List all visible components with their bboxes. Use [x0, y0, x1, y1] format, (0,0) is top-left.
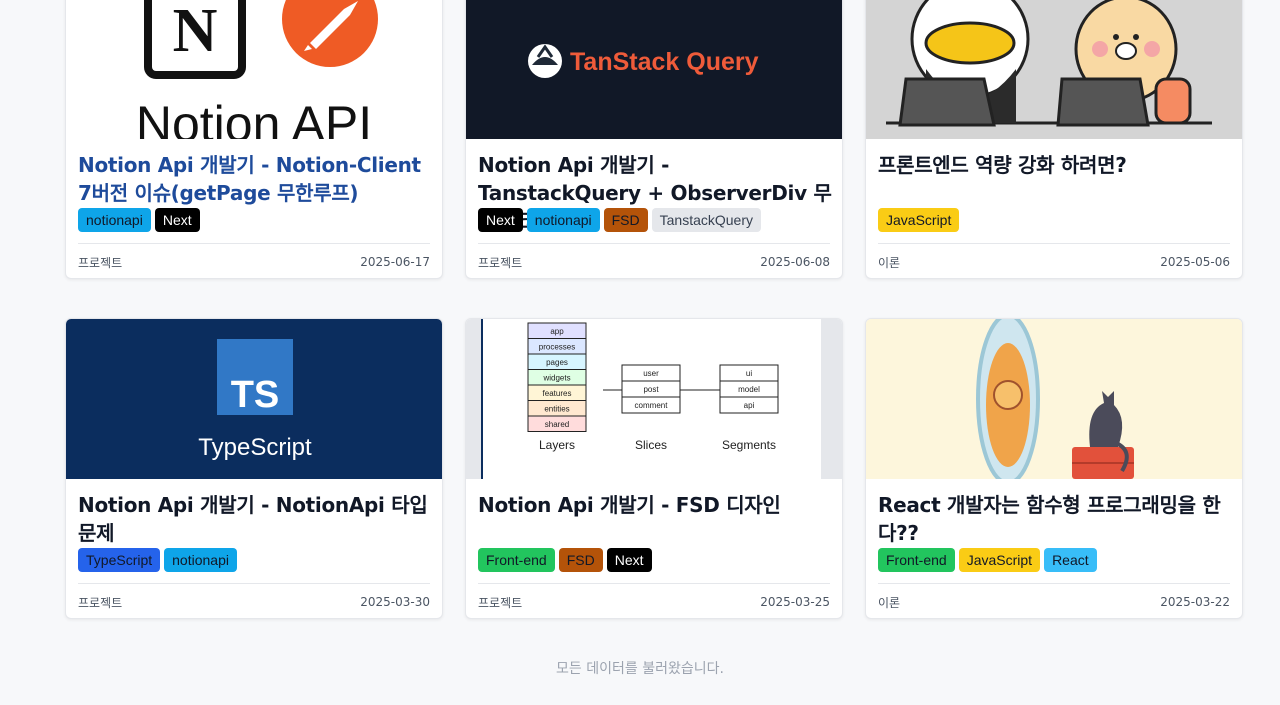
- post-title[interactable]: Notion Api 개발기 - Notion-Client 7버전 이슈(ge…: [78, 151, 434, 207]
- post-category: 프로젝트: [478, 595, 523, 610]
- tag-list: JavaScript: [878, 208, 960, 232]
- post-thumbnail: TanStack Query: [466, 0, 842, 139]
- cartoon-animals-laptops-icon: [886, 0, 1212, 127]
- post-title[interactable]: Notion Api 개발기 - FSD 디자인: [478, 491, 834, 519]
- post-title[interactable]: 프론트엔드 역량 강화 하려면?: [878, 151, 1234, 179]
- post-meta: 프로젝트 2025-03-25: [478, 583, 830, 618]
- post-meta: 프로젝트 2025-06-08: [478, 243, 830, 278]
- fsd-layer-label: pages: [546, 358, 568, 367]
- fsd-segment-label: api: [744, 401, 755, 410]
- post-thumbnail: [866, 0, 1242, 139]
- fsd-layer-label: app: [550, 327, 564, 336]
- post-title[interactable]: Notion Api 개발기 - NotionApi 타입 문제: [78, 491, 434, 547]
- fsd-layer-label: entities: [544, 405, 569, 414]
- fsd-slice-label: user: [643, 369, 659, 378]
- tag-chip[interactable]: Front-end: [878, 548, 955, 572]
- post-date: 2025-03-25: [760, 595, 830, 609]
- tag-chip[interactable]: Next: [478, 208, 523, 232]
- typescript-logo-icon: TS TypeScript: [198, 339, 312, 461]
- post-thumbnail: [866, 319, 1242, 479]
- post-card[interactable]: N Notion API Notion Api 개발기 - Notion-Cli…: [65, 0, 443, 279]
- tag-chip[interactable]: JavaScript: [958, 548, 1041, 572]
- notion-logo-icon: N: [144, 0, 246, 79]
- tag-list: TypeScript notionapi: [78, 548, 237, 572]
- post-card[interactable]: TS TypeScript Notion Api 개발기 - NotionApi…: [65, 318, 443, 619]
- tag-chip[interactable]: JavaScript: [878, 208, 960, 232]
- fsd-slice-label: post: [643, 385, 659, 394]
- fsd-slice-label: comment: [635, 401, 669, 410]
- post-card[interactable]: 프론트엔드 역량 강화 하려면? JavaScript 이론 2025-05-0…: [865, 0, 1243, 279]
- post-date: 2025-03-22: [1160, 595, 1230, 609]
- post-meta: 프로젝트 2025-06-17: [78, 243, 430, 278]
- post-thumbnail: app processes pages widgets features entities…: [466, 319, 842, 479]
- post-meta: 프로젝트 2025-03-30: [78, 583, 430, 618]
- tag-chip[interactable]: Next: [606, 548, 652, 572]
- post-category: 이론: [878, 255, 901, 270]
- tag-chip[interactable]: notionapi: [78, 208, 151, 232]
- tag-chip[interactable]: TypeScript: [78, 548, 161, 572]
- post-category: 프로젝트: [478, 255, 523, 270]
- fsd-column-label: Slices: [635, 438, 667, 452]
- tag-chip[interactable]: notionapi: [164, 548, 237, 572]
- fsd-layer-label: features: [543, 389, 572, 398]
- tag-chip[interactable]: React: [1044, 548, 1097, 572]
- tag-list: Front-end FSD Next: [478, 548, 652, 572]
- thumbnail-text: Notion API: [136, 96, 372, 139]
- tag-chip[interactable]: TanstackQuery: [651, 208, 761, 232]
- post-thumbnail: TS TypeScript: [66, 319, 442, 479]
- cat-mirror-lion-illustration-icon: [976, 319, 1134, 479]
- post-category: 프로젝트: [78, 595, 123, 610]
- post-thumbnail: N Notion API: [66, 0, 442, 139]
- svg-text:N: N: [173, 0, 218, 65]
- post-card[interactable]: TanStack Query Notion Api 개발기 - Tanstack…: [465, 0, 843, 279]
- fsd-column-label: Layers: [539, 438, 575, 452]
- post-meta: 이론 2025-03-22: [878, 583, 1230, 618]
- postman-logo-icon: [282, 0, 378, 67]
- post-title[interactable]: React 개발자는 함수형 프로그래밍을 한다??: [878, 491, 1234, 547]
- fsd-layer-label: shared: [545, 420, 569, 429]
- post-date: 2025-05-06: [1160, 255, 1230, 269]
- post-date: 2025-06-08: [760, 255, 830, 269]
- tag-chip[interactable]: FSD: [603, 208, 648, 232]
- fsd-segment-label: model: [738, 385, 760, 394]
- post-date: 2025-03-30: [360, 595, 430, 609]
- fsd-diagram: app processes pages widgets features entities…: [481, 319, 835, 479]
- tanstack-logo-icon: [528, 44, 562, 78]
- thumbnail-text: TypeScript: [198, 434, 312, 461]
- post-card[interactable]: app processes pages widgets features entities…: [465, 318, 843, 619]
- post-card[interactable]: React 개발자는 함수형 프로그래밍을 한다?? Front-end Java…: [865, 318, 1243, 619]
- fsd-layer-label: widgets: [542, 374, 570, 383]
- tag-chip[interactable]: Front-end: [478, 548, 555, 572]
- tag-chip[interactable]: FSD: [558, 548, 603, 572]
- post-meta: 이론 2025-05-06: [878, 243, 1230, 278]
- load-complete-message: 모든 데이터를 불러왔습니다.: [556, 661, 724, 677]
- tag-list: Front-end JavaScript React: [878, 548, 1097, 572]
- post-date: 2025-06-17: [360, 255, 430, 269]
- tag-list: notionapi Next: [78, 208, 200, 232]
- tag-chip[interactable]: notionapi: [526, 208, 600, 232]
- thumbnail-text: TanStack Query: [570, 48, 759, 76]
- ts-badge: TS: [231, 374, 280, 416]
- fsd-segment-label: ui: [746, 369, 752, 378]
- post-category: 이론: [878, 595, 901, 610]
- fsd-column-label: Segments: [722, 438, 776, 452]
- post-category: 프로젝트: [78, 255, 123, 270]
- fsd-layer-label: processes: [539, 343, 575, 352]
- tag-chip[interactable]: Next: [154, 208, 200, 232]
- tag-list: Next notionapi FSD TanstackQuery: [478, 208, 761, 232]
